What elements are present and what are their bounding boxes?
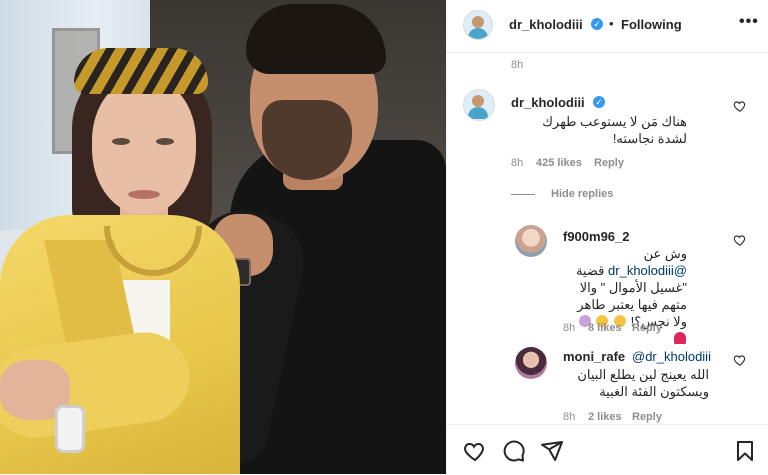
comment-text: هناك مَن لا يستوعب طهرك لشدة نجاسته! bbox=[542, 114, 687, 146]
hide-replies-line bbox=[511, 194, 535, 195]
comment-time[interactable]: 8h bbox=[511, 157, 523, 169]
following-button[interactable]: Following bbox=[621, 17, 682, 32]
post-side-panel: dr_kholodiii ✓ • Following ••• 8h dr_kho… bbox=[446, 0, 768, 475]
header-separator: • bbox=[609, 16, 614, 31]
comment-likes[interactable]: 425 likes bbox=[536, 157, 582, 169]
reply-mention[interactable]: @dr_kholodiii bbox=[632, 349, 711, 364]
comments-list[interactable]: 8h dr_kholodiii ✓ هناك مَن لا يستوعب طهر… bbox=[447, 53, 768, 423]
reply-reply-button[interactable]: Reply bbox=[632, 322, 662, 334]
bookmark-icon[interactable] bbox=[733, 439, 757, 463]
verified-badge-icon: ✓ bbox=[591, 18, 603, 30]
reply-time[interactable]: 8h bbox=[563, 411, 575, 423]
post-action-bar bbox=[447, 424, 768, 475]
woman-figure-headband bbox=[74, 48, 208, 94]
reply-avatar[interactable] bbox=[515, 347, 547, 379]
post-author-username[interactable]: dr_kholodiii bbox=[509, 17, 583, 32]
comment-username[interactable]: dr_kholodiii bbox=[511, 95, 585, 110]
heart-icon[interactable] bbox=[733, 233, 747, 247]
verified-badge-icon: ✓ bbox=[593, 96, 605, 108]
post-header: dr_kholodiii ✓ • Following ••• bbox=[447, 0, 768, 53]
woman-figure-watch bbox=[55, 405, 85, 453]
share-icon[interactable] bbox=[540, 439, 564, 463]
caption-time: 8h bbox=[511, 59, 524, 71]
post-photo[interactable] bbox=[0, 0, 446, 474]
reply-username[interactable]: moni_rafe bbox=[563, 349, 625, 364]
hide-replies-button[interactable]: Hide replies bbox=[551, 188, 613, 200]
woman-figure-lips bbox=[128, 190, 160, 199]
heart-icon[interactable] bbox=[733, 99, 747, 113]
man-figure-hair bbox=[246, 4, 386, 74]
reply-time[interactable]: 8h bbox=[563, 322, 575, 334]
comment-icon[interactable] bbox=[502, 439, 526, 463]
reply-text: وش عن @dr_kholodiii قضية "غسيل الأموال "… bbox=[563, 245, 687, 347]
reply-text-intro: وش عن bbox=[643, 246, 687, 261]
reply-reply-button[interactable]: Reply bbox=[632, 411, 662, 423]
red-heart-emoji-icon bbox=[674, 332, 686, 344]
comment-reply-button[interactable]: Reply bbox=[594, 157, 624, 169]
reply-likes[interactable]: 8 likes bbox=[588, 322, 622, 334]
like-heart-icon[interactable] bbox=[463, 439, 487, 463]
reply-likes[interactable]: 2 likes bbox=[588, 411, 622, 423]
comment-avatar[interactable] bbox=[463, 89, 495, 121]
reply-username[interactable]: f900m96_2 bbox=[563, 229, 630, 244]
woman-figure-eye-right bbox=[156, 138, 174, 145]
more-options-icon[interactable]: ••• bbox=[739, 13, 759, 31]
avatar[interactable] bbox=[463, 10, 493, 40]
heart-icon[interactable] bbox=[733, 353, 747, 367]
reply-mention[interactable]: @dr_kholodiii bbox=[608, 263, 687, 278]
woman-figure-eye-left bbox=[112, 138, 130, 145]
reply-text: الله يعينج لين يطلع البيان ويسكتون الفئة… bbox=[577, 367, 709, 399]
reply-avatar[interactable] bbox=[515, 225, 547, 257]
